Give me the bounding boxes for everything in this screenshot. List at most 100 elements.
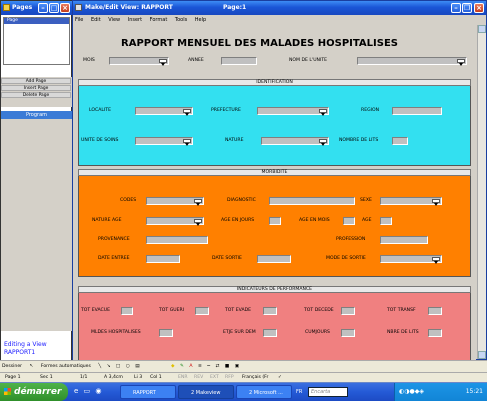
status-language: Français (Fr: [242, 375, 269, 380]
nature-age-combo[interactable]: [146, 217, 204, 226]
taskbar-item-rapport[interactable]: RAPPORT: [120, 385, 176, 399]
morbidite-title: MORBIDITE: [78, 169, 471, 176]
age-field[interactable]: [380, 217, 392, 225]
tray-icons[interactable]: ◐◑●◆◈: [399, 388, 424, 395]
mode-sortie-combo[interactable]: [380, 255, 442, 264]
main-window-titlebar[interactable]: Make/Edit View: RAPPORT Page:1 – ❐ ×: [73, 1, 486, 15]
nom-unite-combo[interactable]: [357, 57, 467, 66]
tot-evacue-field[interactable]: [121, 307, 133, 315]
windows-logo-icon: [4, 388, 11, 395]
status-page: Page 1: [5, 375, 21, 380]
status-section: Sec 1: [40, 375, 53, 380]
age-mois-label: AGE EN MOIS: [299, 218, 330, 223]
page-item[interactable]: Page: [4, 18, 69, 24]
add-page-button[interactable]: Add Page: [1, 78, 71, 84]
chevron-down-icon[interactable]: [319, 109, 327, 116]
menu-format[interactable]: Format: [150, 17, 168, 23]
menu-view[interactable]: View: [108, 17, 120, 23]
left-window-titlebar[interactable]: Pages – □ ×: [1, 1, 72, 15]
page-list[interactable]: Page: [3, 17, 70, 65]
annee-label: ANNEE: [188, 58, 204, 63]
malades-hosp-field[interactable]: [159, 329, 173, 337]
unite-soins-combo[interactable]: [135, 137, 193, 146]
menu-file[interactable]: File: [75, 17, 83, 23]
codes-combo[interactable]: [146, 197, 204, 206]
status-enr: ENR: [178, 375, 188, 380]
delete-page-button[interactable]: Delete Page: [1, 92, 71, 98]
etje-sur-dem-label: ETJE SUR DEM: [223, 330, 256, 335]
chevron-down-icon[interactable]: [319, 139, 327, 146]
tot-gueri-field[interactable]: [195, 307, 209, 315]
cum-jours-field[interactable]: [341, 329, 355, 337]
start-button[interactable]: démarrer: [0, 383, 68, 401]
maximize-icon[interactable]: □: [49, 3, 59, 13]
provenance-field[interactable]: [146, 236, 208, 244]
chevron-down-icon[interactable]: [432, 199, 440, 206]
region-field[interactable]: [392, 107, 442, 115]
status-position: A 3,4cm: [104, 375, 123, 380]
window-app-icon: [75, 4, 82, 11]
encarta-search[interactable]: Encarta: [308, 387, 348, 397]
annee-field[interactable]: [221, 57, 257, 65]
diagnostic-field[interactable]: [269, 197, 355, 205]
morbidite-section: MORBIDITE CODES DIAGNOSTIC SEXE NATURE A…: [78, 169, 471, 277]
insert-page-button[interactable]: Insert Page: [1, 85, 71, 91]
profession-label: PROFESSION: [336, 237, 366, 242]
menu-help[interactable]: Help: [195, 17, 206, 23]
scroll-up-icon[interactable]: [478, 25, 486, 33]
chevron-down-icon[interactable]: [194, 219, 202, 226]
minimize-icon[interactable]: –: [38, 3, 48, 13]
language-indicator[interactable]: FR: [296, 387, 302, 397]
restore-icon[interactable]: ❐: [462, 3, 472, 13]
app-icon: [3, 4, 10, 11]
taskbar-item-makeview[interactable]: 2 Makeview: [178, 385, 234, 399]
profession-field[interactable]: [380, 236, 428, 244]
status-rev: REV: [194, 375, 204, 380]
nombre-lits-field[interactable]: [392, 137, 408, 145]
localite-combo[interactable]: [135, 107, 193, 116]
vertical-scrollbar[interactable]: [477, 25, 486, 359]
mode-sortie-label: MODE DE SORTIE: [326, 256, 366, 261]
prefecture-combo[interactable]: [257, 107, 329, 116]
program-button[interactable]: Program: [1, 111, 72, 119]
date-entree-field[interactable]: [146, 255, 180, 263]
chevron-down-icon[interactable]: [159, 59, 167, 66]
mois-combo[interactable]: [109, 57, 169, 66]
chevron-down-icon[interactable]: [457, 59, 465, 66]
chevron-down-icon[interactable]: [183, 139, 191, 146]
media-icon[interactable]: ◉: [95, 387, 101, 395]
chevron-down-icon[interactable]: [194, 199, 202, 206]
desktop-icon[interactable]: ▭: [84, 387, 91, 395]
provenance-label: PROVENANCE: [98, 237, 130, 242]
quicklaunch: e ▭ ◉: [74, 387, 102, 395]
chevron-down-icon[interactable]: [183, 109, 191, 116]
tot-evacue-label: TOT EVACUE: [81, 308, 110, 313]
tot-decede-label: TOT DECEDE: [304, 308, 334, 313]
nature-combo[interactable]: [261, 137, 329, 146]
scroll-down-icon[interactable]: [478, 351, 486, 359]
etje-sur-dem-field[interactable]: [263, 329, 277, 337]
age-label: AGE: [362, 218, 372, 223]
menu-insert[interactable]: Insert: [128, 17, 142, 23]
menu-edit[interactable]: Edit: [91, 17, 101, 23]
date-sortie-field[interactable]: [257, 255, 291, 263]
nbre-lits-field[interactable]: [428, 329, 442, 337]
age-mois-field[interactable]: [343, 217, 355, 225]
sexe-combo[interactable]: [380, 197, 442, 206]
chevron-down-icon[interactable]: [432, 257, 440, 264]
ie-icon[interactable]: e: [74, 387, 78, 395]
close-icon[interactable]: ×: [474, 3, 484, 13]
age-jours-field[interactable]: [269, 217, 281, 225]
close-icon[interactable]: ×: [60, 3, 70, 13]
sexe-label: SEXE: [360, 198, 372, 203]
spellcheck-icon[interactable]: ✓: [278, 373, 282, 383]
editing-status: Editing a View RAPPORT1: [4, 341, 47, 357]
menu-tools[interactable]: Tools: [175, 17, 187, 23]
performance-section: INDICATEURS DE PERFORMANCE TOT EVACUE TO…: [78, 286, 471, 361]
status-ext: EXT: [210, 375, 219, 380]
minimize-icon[interactable]: –: [451, 3, 461, 13]
tot-evade-field[interactable]: [263, 307, 277, 315]
taskbar-item-microsoft[interactable]: 2 Microsoft ...: [236, 385, 292, 399]
tot-transf-field[interactable]: [428, 307, 442, 315]
tot-decede-field[interactable]: [341, 307, 355, 315]
